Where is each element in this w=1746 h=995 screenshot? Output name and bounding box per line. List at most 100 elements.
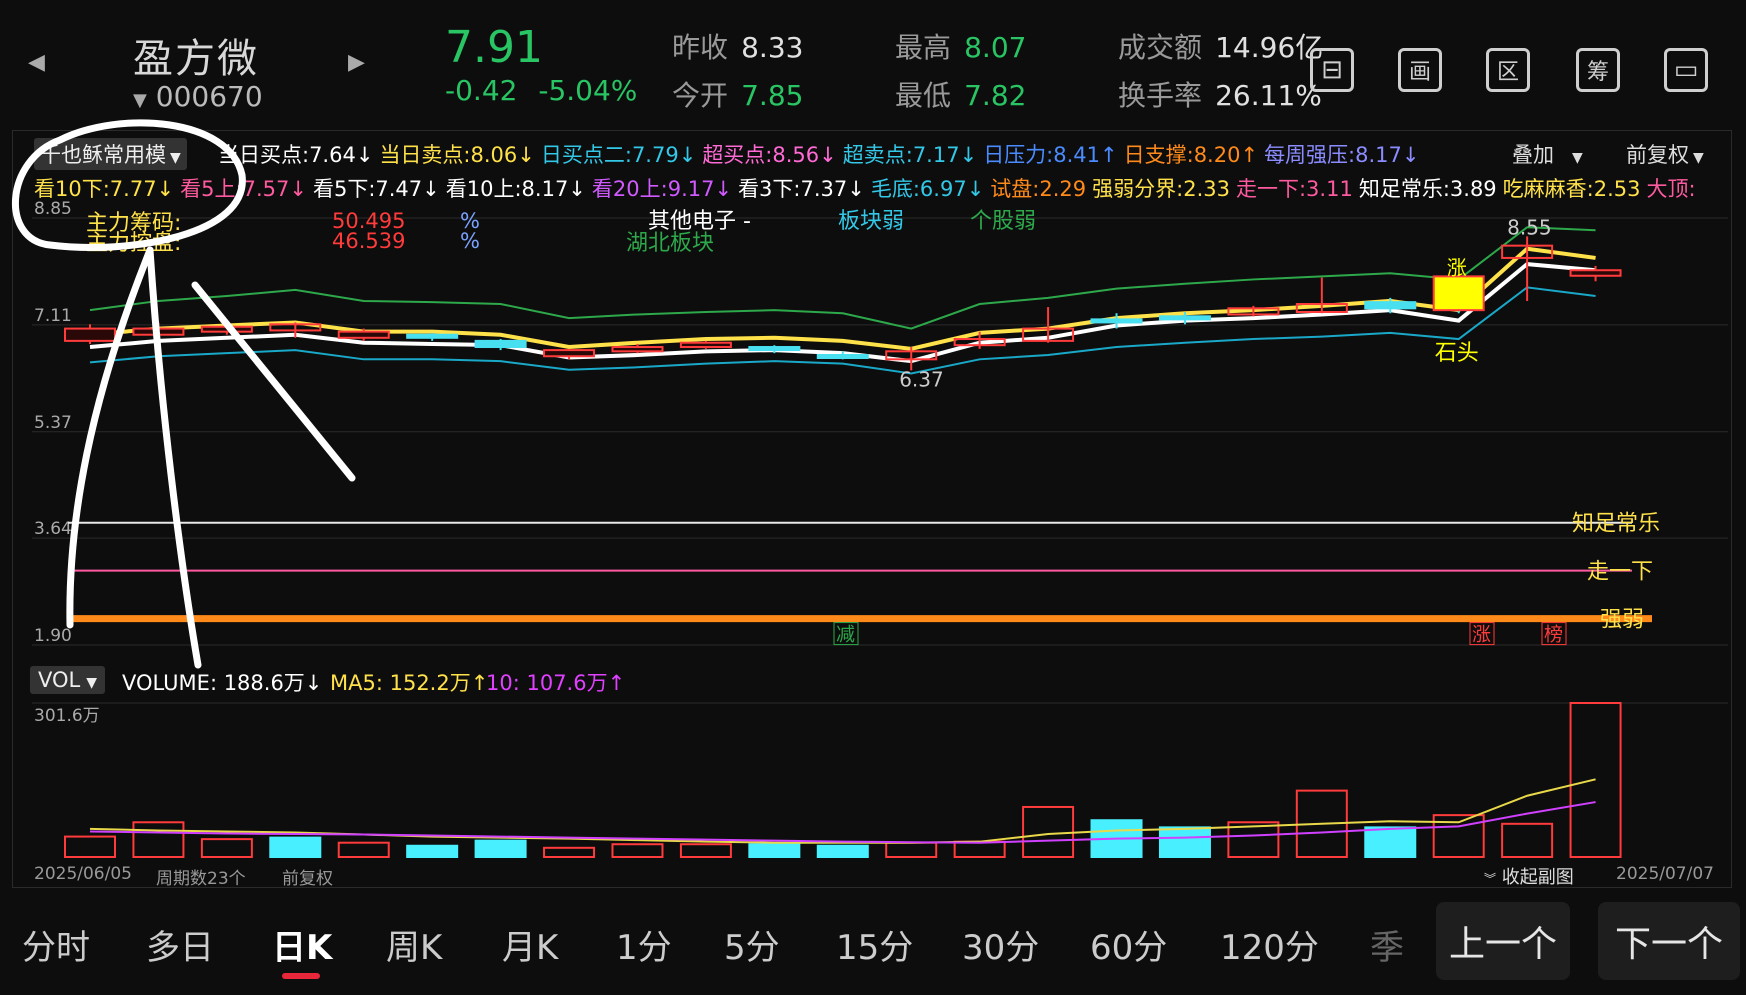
multi-window-icon[interactable]: ▭ <box>1664 48 1708 92</box>
change-value: -0.42 <box>445 74 518 107</box>
candlestick-chart[interactable]: 8.857.115.373.641.90主力筹码:主力控盘:50.49546.5… <box>12 200 1732 660</box>
timeframe-tab-6[interactable]: 5分 <box>724 920 780 969</box>
indicator-row1-item-5: 日压力:8.41↑ <box>983 143 1118 167</box>
date-end: 2025/07/07 <box>1616 864 1714 884</box>
current-price: 7.91 <box>445 22 543 73</box>
candle-body-limit <box>1432 275 1485 312</box>
candle-body <box>1090 318 1143 324</box>
double-chevron-down-icon: ︾ <box>1484 872 1497 886</box>
stock-app: ◀ 盈方微 ▼ 000670 ▶ 7.91 -0.42 -5.04% 昨收 8.… <box>0 0 1746 995</box>
price-change: -0.42 -5.04% <box>445 74 637 107</box>
prev-stock-arrow[interactable]: ◀ <box>28 50 45 75</box>
indicator-row2-item-5: 看3下:7.37↓ <box>738 177 865 201</box>
high-price: 最高 8.07 <box>895 31 1027 64</box>
candle-body <box>1364 301 1417 310</box>
control-label: 主力控盘: <box>86 231 181 256</box>
stone-label: 石头 <box>1435 341 1479 366</box>
zhizu-label: 知足常乐 <box>1572 512 1660 537</box>
vol-selector[interactable]: VOL ▼ <box>30 666 106 694</box>
volume-chart[interactable]: 301.6万 <box>12 695 1732 860</box>
overlay-dropdown[interactable]: 叠加 ▼ <box>1512 139 1583 169</box>
timeframe-tab-5[interactable]: 1分 <box>616 920 672 969</box>
candle-body <box>132 327 185 336</box>
candle-body <box>474 339 527 349</box>
volume-bar <box>1501 822 1554 859</box>
tag-jian: 减 <box>836 624 855 646</box>
timeframe-tab-0[interactable]: 分时 <box>22 920 90 969</box>
zou-label: 走一下 <box>1587 560 1653 585</box>
peak-price-label: 8.55 <box>1507 215 1552 239</box>
next-stock-button[interactable]: 下一个 <box>1598 902 1740 980</box>
code-dropdown-icon: ▼ <box>133 90 147 111</box>
stock-name: 盈方微 <box>133 36 259 82</box>
period-count: 周期数23个 <box>156 869 246 889</box>
date-start: 2025/06/05 <box>34 864 132 884</box>
adjust-mode: 前复权 <box>282 869 333 889</box>
chevron-down-icon: ▼ <box>170 150 181 166</box>
indicator-row2-item-6: 毛底:6.97↓ <box>870 177 985 201</box>
draw-icon[interactable]: 画 <box>1398 48 1442 92</box>
volume-bar <box>816 844 869 858</box>
panel-icon[interactable]: ⊟ <box>1310 48 1354 92</box>
zhang-label: 涨 <box>1447 255 1467 279</box>
chevron-down-icon: ▼ <box>86 675 98 691</box>
candle-body <box>64 327 116 342</box>
indicator-row1-item-6: 日支撑:8.20↑ <box>1123 143 1259 167</box>
chips-icon[interactable]: 筹 <box>1576 48 1620 92</box>
timeframe-tab-2[interactable]: 日K <box>272 920 332 969</box>
timeframe-tab-3[interactable]: 周K <box>386 920 442 969</box>
timeframe-tab-4[interactable]: 月K <box>502 920 558 969</box>
candle-body <box>748 346 801 352</box>
stock-code-row[interactable]: ▼ 000670 <box>133 80 263 113</box>
indicator-row2-item-11: 吃麻麻香:2.53 <box>1502 177 1641 201</box>
next-stock-arrow[interactable]: ▶ <box>348 50 365 75</box>
candle-body <box>679 341 732 349</box>
adjust-dropdown[interactable]: 前复权 ▼ <box>1626 139 1704 169</box>
timeframe-tab-7[interactable]: 15分 <box>836 920 913 969</box>
turnover: 成交额 14.96亿 <box>1118 31 1324 64</box>
candle-body <box>611 346 664 353</box>
timeframe-tab-11[interactable]: 季 <box>1370 920 1404 969</box>
timeframe-tab-9[interactable]: 60分 <box>1090 920 1167 969</box>
volume-bar <box>64 835 116 858</box>
candle-body <box>406 333 459 339</box>
y-tick-label: 8.85 <box>34 200 72 219</box>
candle-body <box>1569 269 1622 277</box>
y-tick-label: 1.90 <box>34 626 72 646</box>
chevron-down-icon: ▼ <box>1693 150 1704 166</box>
prev-stock-button[interactable]: 上一个 <box>1436 902 1570 980</box>
volume-bar <box>953 840 1006 859</box>
timeframe-tab-8[interactable]: 30分 <box>962 920 1039 969</box>
chevron-down-icon: ▼ <box>1572 150 1583 166</box>
collapse-subchart-button[interactable]: ︾ 收起副图 <box>1484 863 1574 889</box>
indicator-row2-item-10: 知足常乐:3.89 <box>1358 177 1497 201</box>
timeframe-tab-1[interactable]: 多日 <box>146 920 214 969</box>
volume-bar <box>406 844 459 858</box>
indicator-row1-item-4: 超卖点:7.17↓ <box>842 143 978 167</box>
template-selector[interactable]: 千也稣常用模 ▼ <box>34 138 187 170</box>
volume-bar <box>1364 826 1417 858</box>
indicator-row-1: 当日买点:7.64↓ 当日卖点:8.06↓ 日买点二:7.79↓ 超买点:8.56↓ 超… <box>218 139 1426 169</box>
indicator-row-2: 看10下:7.77↓ 看5上:7.57↓ 看5下:7.47↓ 看10上:8.17↓ 看2… <box>34 173 1730 203</box>
qiang-label: 强弱 <box>1600 608 1644 633</box>
timeframe-tab-10[interactable]: 120分 <box>1220 920 1319 969</box>
indicator-row2-item-1: 看5上:7.57↓ <box>180 177 307 201</box>
volume-bar <box>1158 826 1211 858</box>
indicator-row2-item-7: 试盘:2.29 <box>990 177 1087 201</box>
indicator-row1-item-7: 每周强压:8.17↓ <box>1264 143 1420 167</box>
indicator-row1-item-2: 日买点二:7.79↓ <box>540 143 697 167</box>
candle-body <box>200 325 253 333</box>
volume-bar <box>200 838 253 858</box>
candle-body <box>1158 315 1211 321</box>
candle-body <box>337 330 390 339</box>
volume-bar <box>885 841 938 858</box>
indicator-row1-item-3: 超买点:8.56↓ <box>702 143 837 167</box>
candle-body <box>543 349 596 358</box>
volume-bar <box>679 843 732 858</box>
open-price: 今开 7.85 <box>672 79 804 112</box>
range-icon[interactable]: 区 <box>1486 48 1530 92</box>
prev-close: 昨收 8.33 <box>672 31 804 64</box>
vol-y-top-label: 301.6万 <box>34 706 100 726</box>
active-tab-indicator <box>282 973 320 979</box>
volume-bar <box>337 841 390 858</box>
